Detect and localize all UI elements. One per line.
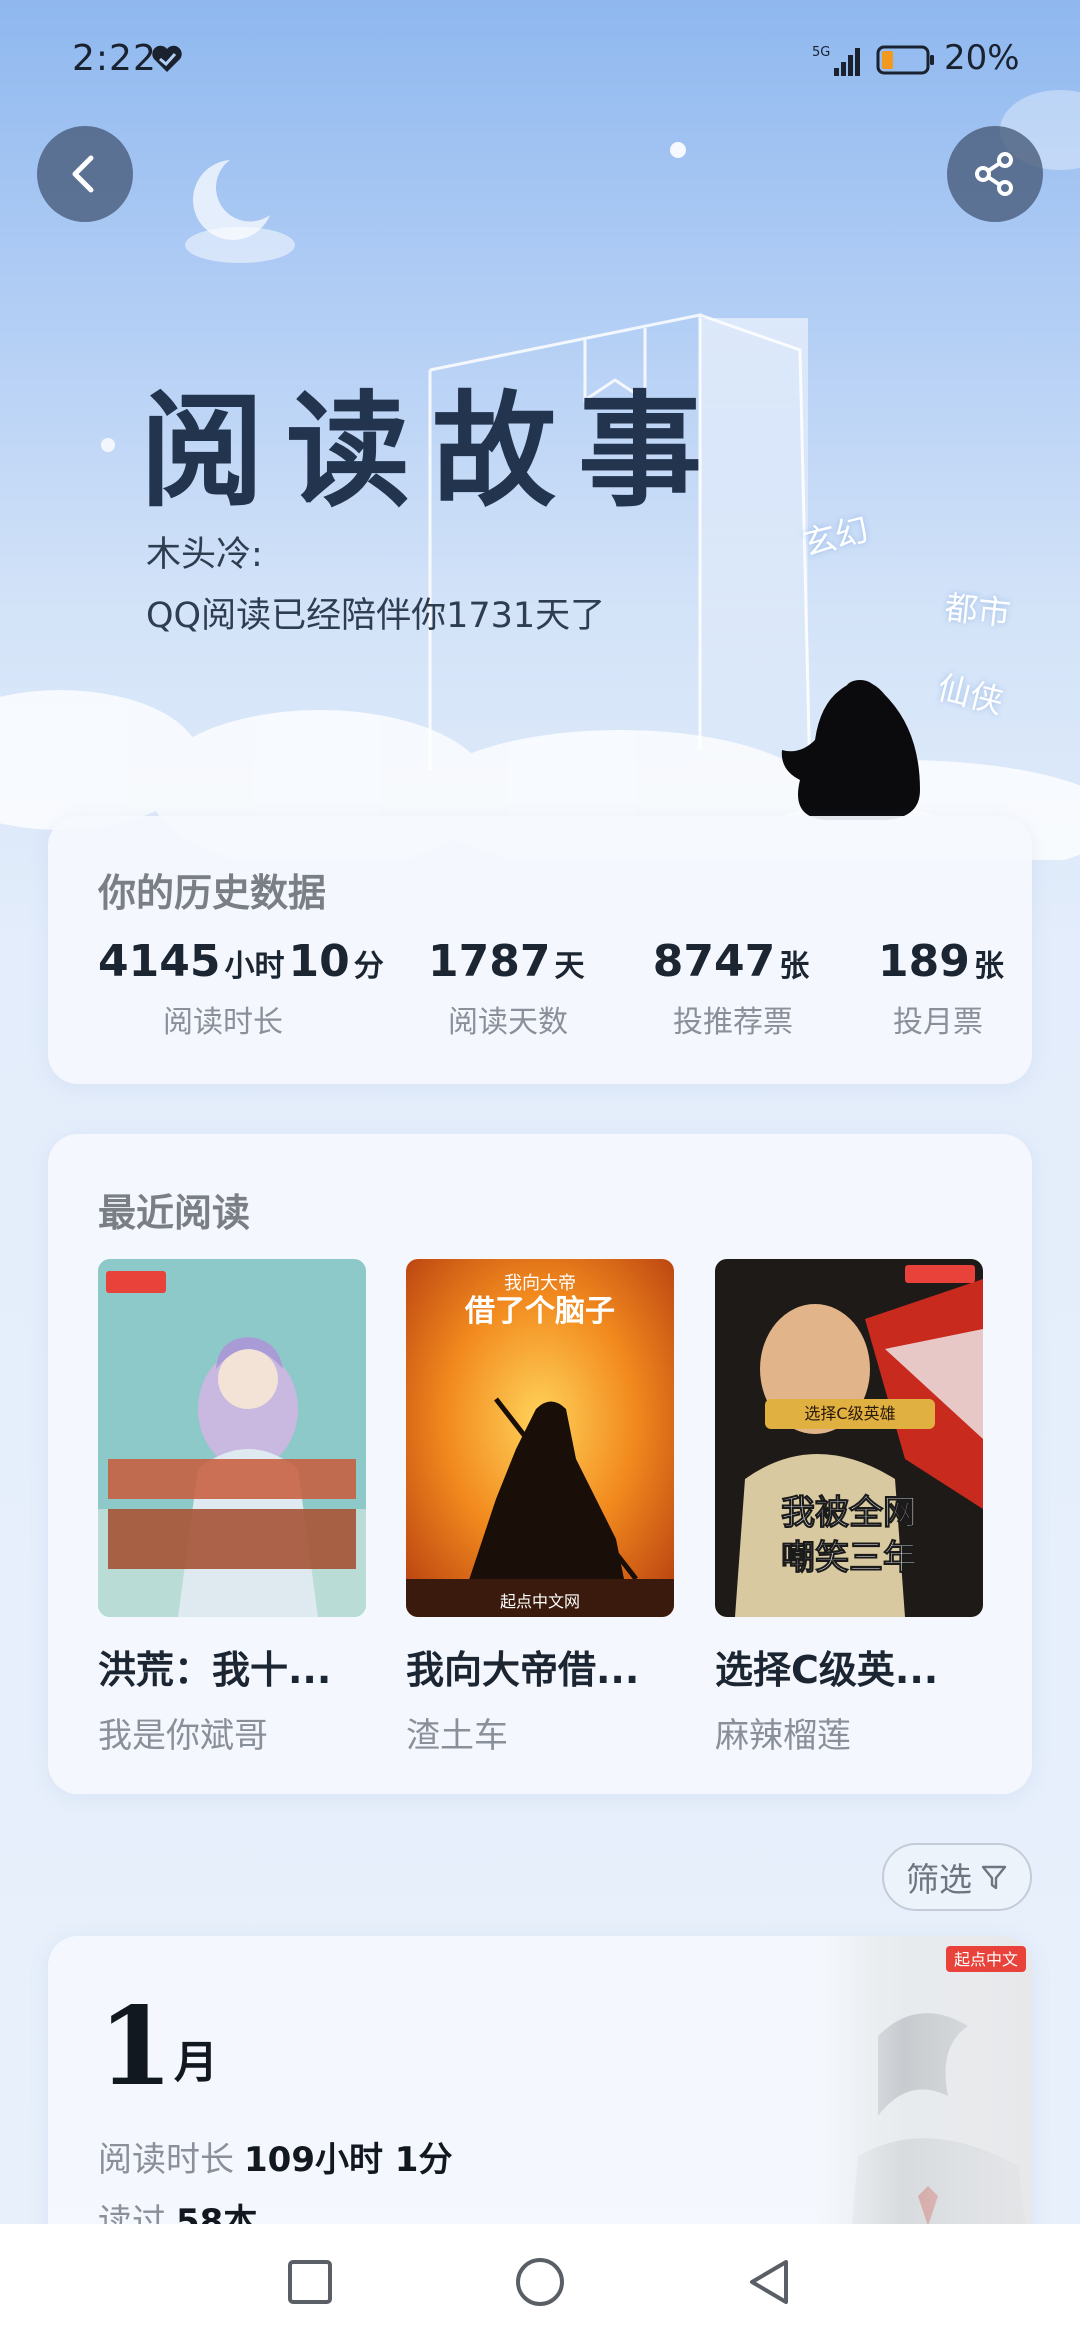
companion-message: QQ阅读已经陪伴你1731天了 <box>146 596 606 636</box>
stat-monthly-votes: 189 张 投月票 <box>878 936 1004 1041</box>
month-unit: 月 <box>174 2037 218 2088</box>
book-author: 我是你斌哥 <box>98 1716 268 1756</box>
chevron-left-icon <box>72 155 94 193</box>
stat-label: 投月票 <box>893 1005 983 1040</box>
history-card: 你的历史数据 4145 小时10 分 阅读时长 1787 天 阅读天数 8747 张 投… <box>48 816 1032 1084</box>
filter-label: 筛选 <box>906 1860 972 1899</box>
stat-value: 8747 <box>652 936 776 987</box>
cover-art <box>98 1259 366 1617</box>
stat-unit: 张 <box>779 949 810 984</box>
stat-unit: 小时 <box>224 949 285 984</box>
penguin-mascot <box>780 680 940 834</box>
back-button[interactable] <box>37 126 133 222</box>
book-item[interactable]: 选择C级英雄 我被全网 嘲笑三年 选择C级英... 麻辣榴莲 <box>715 1259 983 1757</box>
svg-text:5G: 5G <box>812 45 830 60</box>
book-cover[interactable]: 我向大帝 借了个脑子 起点中文网 <box>406 1259 674 1617</box>
cover-tag: 选择C级英雄 <box>804 1404 895 1423</box>
book-title[interactable]: 洪荒：我十... <box>98 1639 366 1694</box>
duration-value: 109小时 1分 <box>244 2140 453 2180</box>
stat-label: 阅读时长 <box>163 1005 283 1040</box>
book-item[interactable]: 我向大帝 借了个脑子 起点中文网 我向大帝借... 渣土车 <box>406 1259 674 1757</box>
recent-title: 最近阅读 <box>98 1191 251 1235</box>
cover-art: 我向大帝 借了个脑子 起点中文网 <box>406 1259 674 1617</box>
circle-icon[interactable] <box>512 2254 568 2310</box>
month-card[interactable]: 1 月 阅读时长 109小时 1分 读过 58本 起点中文 <box>48 1936 1032 2266</box>
stat-value: 1787 <box>428 936 551 987</box>
funnel-icon <box>981 1865 1007 1890</box>
book-cover-art: 起点中文 <box>818 1936 1032 2266</box>
square-icon[interactable] <box>282 2254 338 2310</box>
stat-value: 189 <box>878 936 970 987</box>
book-author: 麻辣榴莲 <box>715 1716 851 1756</box>
system-nav-bar <box>0 2224 1080 2340</box>
book-cover[interactable]: 选择C级英雄 我被全网 嘲笑三年 <box>715 1259 983 1617</box>
cover-title: 我被全网 <box>781 1493 917 1533</box>
stat-reading-time: 4145 小时10 分 阅读时长 <box>98 936 384 1041</box>
user-name: 木头冷: <box>146 535 263 575</box>
stat-recommend-votes: 8747 张 投推荐票 <box>638 936 828 1041</box>
triangle-back-icon[interactable] <box>742 2254 798 2310</box>
stat-unit: 张 <box>973 949 1004 984</box>
stat-unit: 分 <box>353 949 384 984</box>
stat-value: 10 <box>288 936 350 987</box>
book-title[interactable]: 选择C级英... <box>715 1639 983 1694</box>
heart-check-icon <box>152 45 182 72</box>
month-duration: 阅读时长 109小时 1分 <box>98 2132 452 2181</box>
stat-label: 投推荐票 <box>673 1005 793 1040</box>
status-bar: 2:22 5G 20% <box>0 0 1080 120</box>
cover-art: 选择C级英雄 我被全网 嘲笑三年 <box>715 1259 983 1617</box>
signal-icon: 5G <box>812 45 860 76</box>
cover-publisher: 起点中文网 <box>500 1592 580 1611</box>
history-title: 你的历史数据 <box>98 871 327 915</box>
page-title: 阅读故事 <box>140 379 725 524</box>
share-button[interactable] <box>947 126 1043 222</box>
month-number: 1 <box>98 1984 174 2110</box>
book-cover[interactable] <box>98 1259 366 1617</box>
duration-label: 阅读时长 <box>98 2140 234 2180</box>
stat-value: 4145 <box>98 936 221 987</box>
cover-title: 借了个脑子 <box>464 1294 615 1329</box>
battery-icon <box>876 45 934 75</box>
art-badge: 起点中文 <box>954 1950 1018 1969</box>
book-title[interactable]: 我向大帝借... <box>406 1639 674 1694</box>
book-item[interactable]: 洪荒：我十... 我是你斌哥 <box>98 1259 366 1757</box>
cover-title: 嘲笑三年 <box>781 1538 917 1578</box>
cover-brand: 我向大帝 <box>504 1273 576 1294</box>
book-author: 渣土车 <box>406 1716 508 1756</box>
hero-banner: 2:22 5G 20% 阅读故事 木头冷: QQ阅读已经陪伴你1731天了 玄幻… <box>0 0 1080 860</box>
share-icon <box>975 152 1013 196</box>
status-time: 2:22 <box>72 38 157 79</box>
stat-label: 阅读天数 <box>448 1005 568 1040</box>
stat-unit: 天 <box>554 949 585 984</box>
battery-percent: 20% <box>944 38 1020 78</box>
stat-reading-days: 1787 天 阅读天数 <box>428 936 588 1041</box>
filter-button[interactable]: 筛选 <box>882 1843 1032 1911</box>
recent-reading-card: 最近阅读 洪荒：我十... 我是你斌哥 我向大帝 借了个脑子 起点中文网 我向大… <box>48 1134 1032 1794</box>
genre-tag: 都市 <box>942 587 1013 634</box>
